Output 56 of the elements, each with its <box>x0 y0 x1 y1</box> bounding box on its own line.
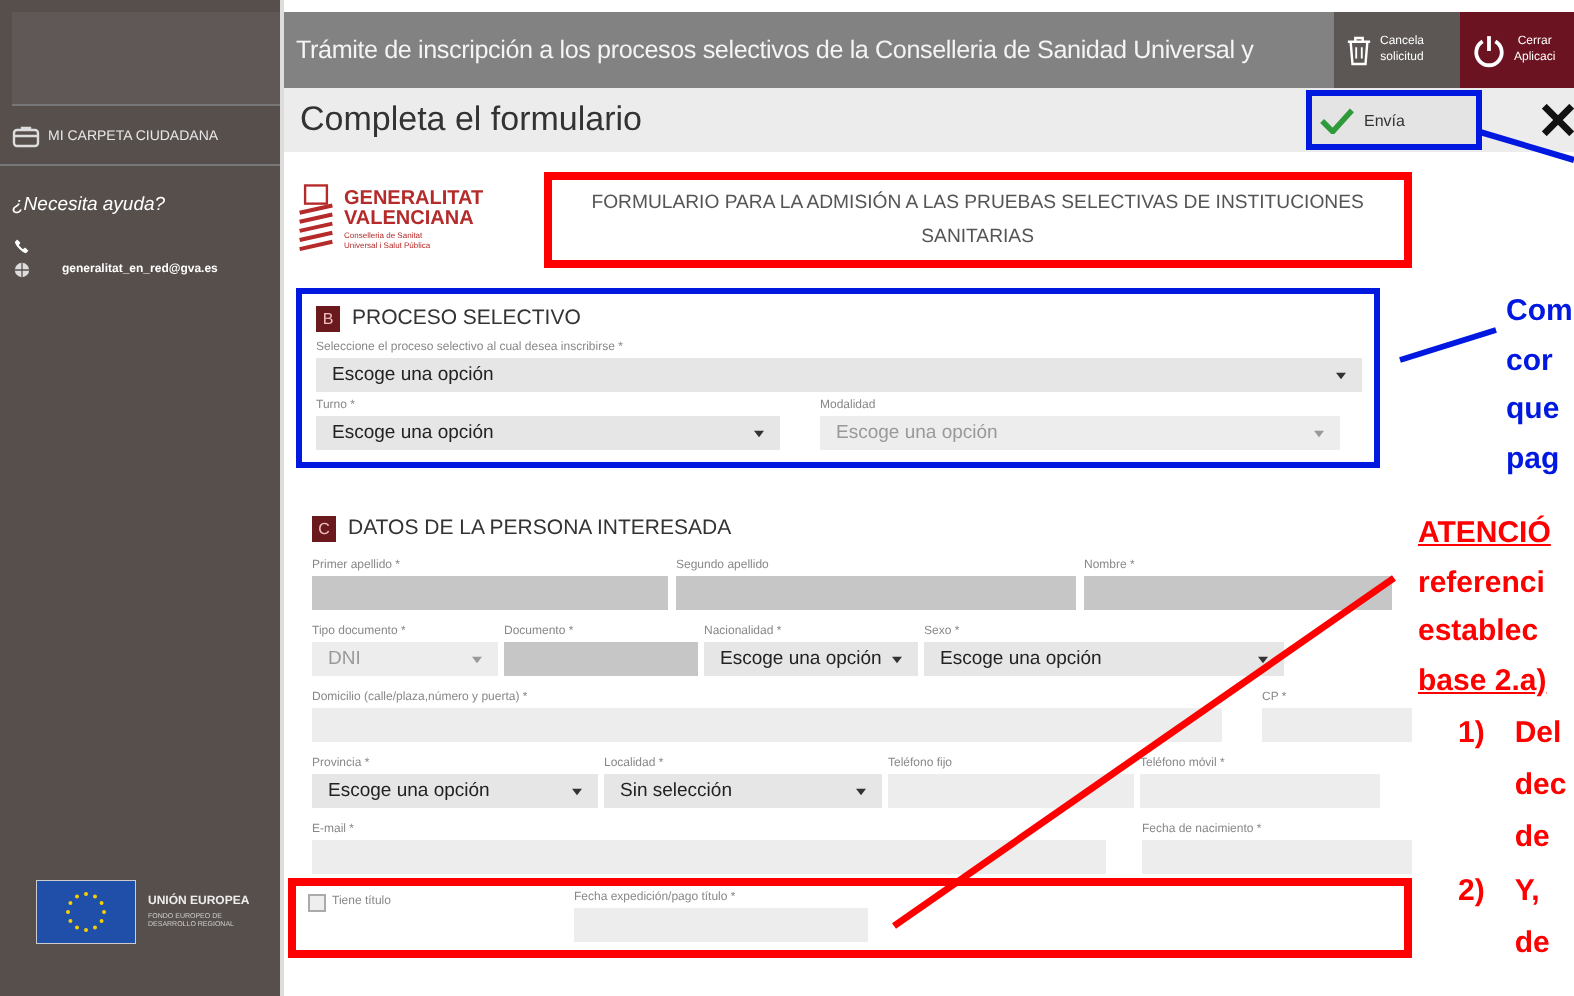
phone-icon <box>14 238 30 254</box>
note-line: cor <box>1506 341 1555 381</box>
note-line: Com <box>1506 292 1574 332</box>
section-title: DATOS DE LA PERSONA INTERESADA <box>348 516 732 540</box>
send-button[interactable]: Envía <box>1306 90 1482 150</box>
note-line: que <box>1506 390 1562 430</box>
globe-icon <box>14 262 30 278</box>
item-number: 2) <box>1458 872 1485 912</box>
note-line: referenci <box>1418 563 1547 603</box>
input-field[interactable] <box>312 576 668 610</box>
dropdown[interactable]: Escoge una opción <box>704 642 918 676</box>
caret-icon <box>892 655 902 663</box>
input-field[interactable] <box>312 708 1222 742</box>
briefcase-icon <box>12 126 40 148</box>
window-title: Trámite de inscripción a los procesos selectivos de la Conselleria de Sanidad Universal y <box>294 36 1256 64</box>
caret-icon <box>1336 371 1346 379</box>
note-line: dec <box>1514 766 1567 806</box>
input-field[interactable] <box>1084 576 1392 610</box>
section-letter: B <box>316 305 340 331</box>
form-title: FORMULARIO PARA LA ADMISIÓN A LAS PRUEBAS SELECTIVAS DE INSTITUCIONES SANITARIAS <box>543 172 1412 268</box>
input-field[interactable] <box>676 576 1076 610</box>
section-title: PROCESO SELECTIVO <box>352 306 581 330</box>
caret-icon <box>472 655 482 663</box>
caret-icon <box>1314 429 1324 437</box>
page-title: Completa el formulario <box>298 100 645 140</box>
note-line: Y, <box>1514 872 1542 912</box>
dropdown[interactable]: Escoge una opción <box>316 416 780 450</box>
note-line: pag <box>1506 439 1562 479</box>
input-field[interactable] <box>888 774 1134 808</box>
input-field[interactable] <box>312 840 1106 874</box>
caret-icon <box>754 429 764 437</box>
power-icon <box>1472 33 1506 67</box>
caret-icon <box>572 787 582 795</box>
leader-line <box>1399 327 1497 363</box>
help-title: ¿Necesita ayuda? <box>10 194 168 216</box>
checkmark-icon <box>1320 107 1354 133</box>
note-line: de <box>1514 924 1550 964</box>
trash-icon <box>1346 35 1372 65</box>
note-line: de <box>1514 818 1552 858</box>
section-letter: C <box>312 515 336 541</box>
note-line: Del <box>1514 714 1564 754</box>
dropdown[interactable]: Sin selección <box>604 774 882 808</box>
dropdown[interactable]: Escoge una opción <box>316 358 1362 392</box>
leader-line <box>1479 129 1574 163</box>
dropdown[interactable]: Escoge una opción <box>924 642 1284 676</box>
note-line: ATENCIÓ <box>1418 513 1551 554</box>
caret-icon <box>1258 655 1268 663</box>
close-icon[interactable] <box>1542 104 1574 136</box>
checkbox[interactable] <box>308 893 326 911</box>
item-number: 1) <box>1458 714 1485 754</box>
note-line: base 2.a) <box>1418 661 1547 701</box>
dropdown[interactable]: Escoge una opción <box>312 774 598 808</box>
eu-flag-icon <box>36 880 136 944</box>
input-field[interactable] <box>504 642 698 676</box>
caret-icon <box>856 787 866 795</box>
note-line: establec <box>1418 612 1541 652</box>
